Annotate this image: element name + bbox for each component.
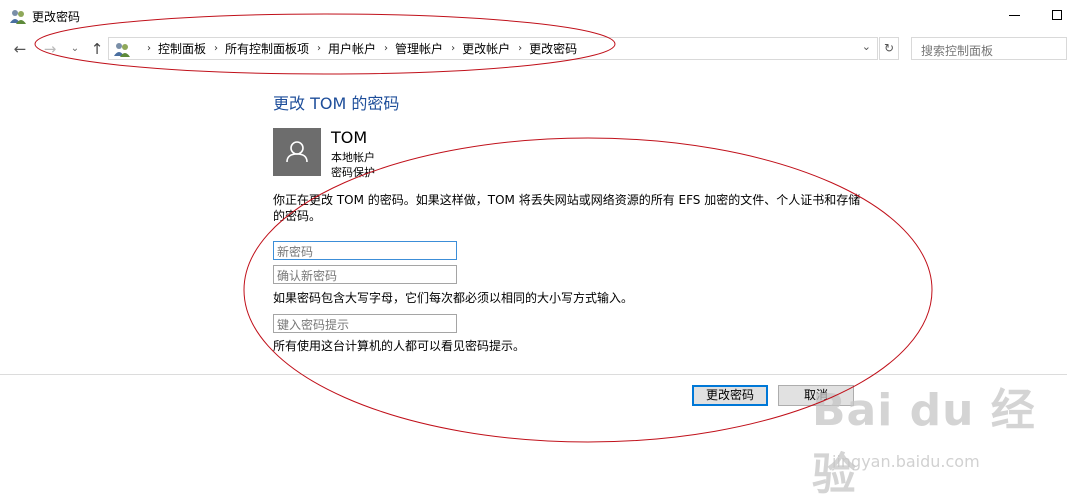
password-hint-field[interactable]: 键入密码提示 [273,314,457,333]
change-password-button[interactable]: 更改密码 [692,385,768,406]
avatar [273,128,321,176]
efs-warning-text: 你正在更改 TOM 的密码。如果这样做，TOM 将丢失网站或网络资源的所有 EF… [273,193,861,223]
address-dropdown-icon[interactable]: ⌄ [862,40,871,53]
password-status: 密码保护 [331,166,375,179]
search-input[interactable]: 搜索控制面板 [911,37,1067,60]
control-panel-icon [114,43,130,57]
baidu-jingyan-watermark: Bai du 经验 jingyan.baidu.com [812,372,1062,500]
navigation-bar: ← → ⌄ ↑ › 控制面板 › 所有控制面板项 › 用户帐户 › 管理帐户 ›… [0,32,1067,66]
user-silhouette-icon [286,141,308,163]
breadcrumb-item-manage-accounts[interactable]: 管理帐户 [395,40,443,57]
breadcrumb-separator-icon: › [214,43,219,54]
maximize-icon[interactable] [1049,6,1067,24]
watermark-url: jingyan.baidu.com [832,452,980,471]
user-name: TOM [331,128,368,147]
address-bar[interactable]: › 控制面板 › 所有控制面板项 › 用户帐户 › 管理帐户 › 更改帐户 › … [108,37,878,60]
new-password-field[interactable]: 新密码 [273,241,457,260]
breadcrumb: › 控制面板 › 所有控制面板项 › 用户帐户 › 管理帐户 › 更改帐户 › … [139,38,577,59]
recent-locations-chevron-icon[interactable]: ⌄ [66,40,84,58]
breadcrumb-item-control-panel[interactable]: 控制面板 [158,40,206,57]
title-bar: 更改密码 [0,0,1067,32]
breadcrumb-separator-icon: › [518,43,523,54]
watermark-logo: Bai du 经验 [812,385,1036,500]
breadcrumb-separator-icon: › [317,43,322,54]
breadcrumb-separator-icon: › [147,43,151,54]
minimize-icon[interactable] [1006,6,1024,24]
refresh-icon[interactable]: ↻ [879,37,899,60]
breadcrumb-item-change-account[interactable]: 更改帐户 [462,40,510,57]
forward-arrow-icon[interactable]: → [41,40,59,58]
window-title: 更改密码 [32,10,81,24]
user-accounts-icon [10,10,26,24]
case-sensitivity-note: 如果密码包含大写字母，它们每次都必须以相同的大小写方式输入。 [273,291,634,305]
up-arrow-icon[interactable]: ↑ [88,40,106,58]
confirm-password-field[interactable]: 确认新密码 [273,265,457,284]
back-arrow-icon[interactable]: ← [11,40,29,58]
breadcrumb-item-all-items[interactable]: 所有控制面板项 [225,40,309,57]
account-type: 本地帐户 [331,151,375,164]
breadcrumb-item-user-accounts[interactable]: 用户帐户 [328,40,376,57]
breadcrumb-separator-icon: › [384,43,389,54]
breadcrumb-separator-icon: › [451,43,456,54]
page-title: 更改 TOM 的密码 [273,94,400,113]
hint-visibility-note: 所有使用这台计算机的人都可以看见密码提示。 [273,339,526,353]
breadcrumb-item-change-password[interactable]: 更改密码 [529,40,577,57]
